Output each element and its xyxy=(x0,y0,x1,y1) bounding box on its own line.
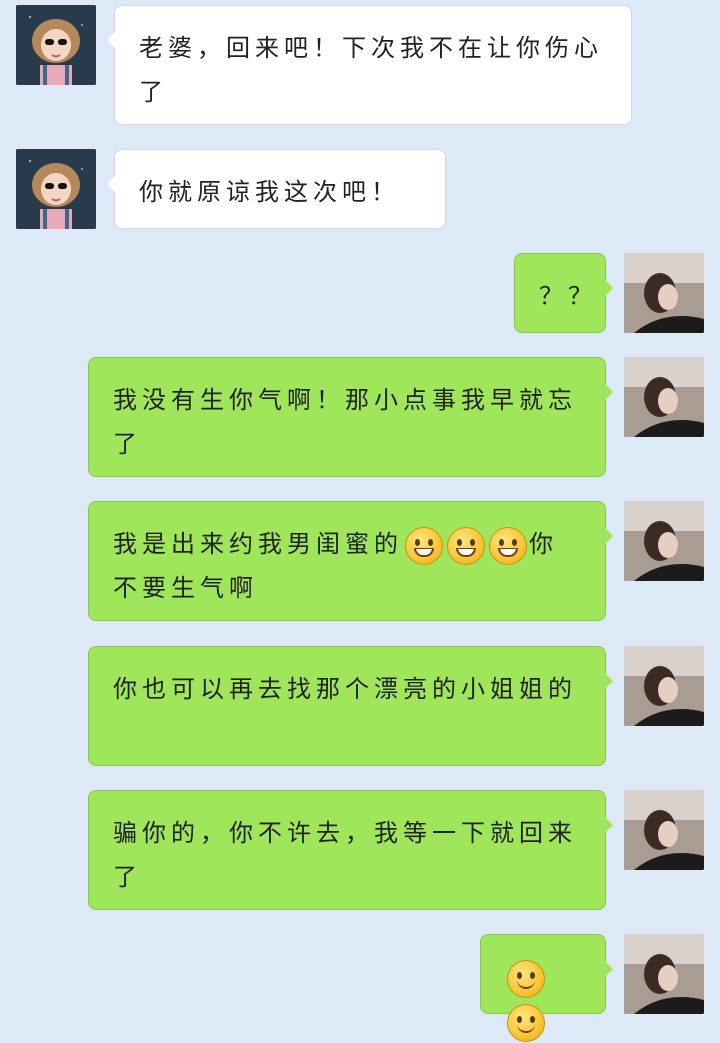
woman-photo-avatar[interactable] xyxy=(624,934,704,1014)
grin-emoji-icon xyxy=(489,526,527,565)
woman-photo-avatar[interactable] xyxy=(624,357,704,437)
outgoing-message-bubble[interactable]: 你也可以再去找那个漂亮的小姐姐的 xyxy=(88,646,613,766)
message-text: ？？ xyxy=(539,282,597,310)
smile-emoji-icon xyxy=(507,959,545,998)
woman-photo-avatar[interactable] xyxy=(624,253,704,333)
message-text: 老婆，回来吧！下次我不在让你伤心了 xyxy=(139,34,603,106)
outgoing-message-bubble[interactable]: ？？ xyxy=(514,253,613,333)
grin-emoji-icon xyxy=(447,526,485,565)
message-text: 我没有生你气啊！那小点事我早就忘了 xyxy=(113,386,577,458)
incoming-message-bubble[interactable]: 你就原谅我这次吧！ xyxy=(107,149,446,229)
message-text: 你也可以再去找那个漂亮的小姐姐的 xyxy=(113,675,577,703)
message-text-part: 我是出来约我男闺蜜的 xyxy=(113,530,403,558)
message-text: 你就原谅我这次吧！ xyxy=(139,178,400,206)
outgoing-message-bubble[interactable]: 骗你的，你不许去，我等一下就回来了 xyxy=(88,790,613,910)
woman-photo-avatar[interactable] xyxy=(624,790,704,870)
message-text: 我是出来约我男闺蜜的 你不要生气啊 xyxy=(113,522,583,610)
message-text: 骗你的，你不许去，我等一下就回来了 xyxy=(113,819,577,891)
cartoon-girl-avatar[interactable] xyxy=(16,5,96,85)
incoming-message-bubble[interactable]: 老婆，回来吧！下次我不在让你伤心了 xyxy=(107,5,632,125)
smile-emoji-icon xyxy=(507,1003,545,1042)
cartoon-girl-avatar[interactable] xyxy=(16,149,96,229)
woman-photo-avatar[interactable] xyxy=(624,646,704,726)
grin-emoji-icon xyxy=(405,526,443,565)
outgoing-message-bubble[interactable] xyxy=(480,934,613,1042)
woman-photo-avatar[interactable] xyxy=(624,501,704,581)
outgoing-message-bubble[interactable]: 我是出来约我男闺蜜的 你不要生气啊 xyxy=(88,501,613,621)
outgoing-message-bubble[interactable]: 我没有生你气啊！那小点事我早就忘了 xyxy=(88,357,613,477)
message-text xyxy=(505,955,583,1043)
